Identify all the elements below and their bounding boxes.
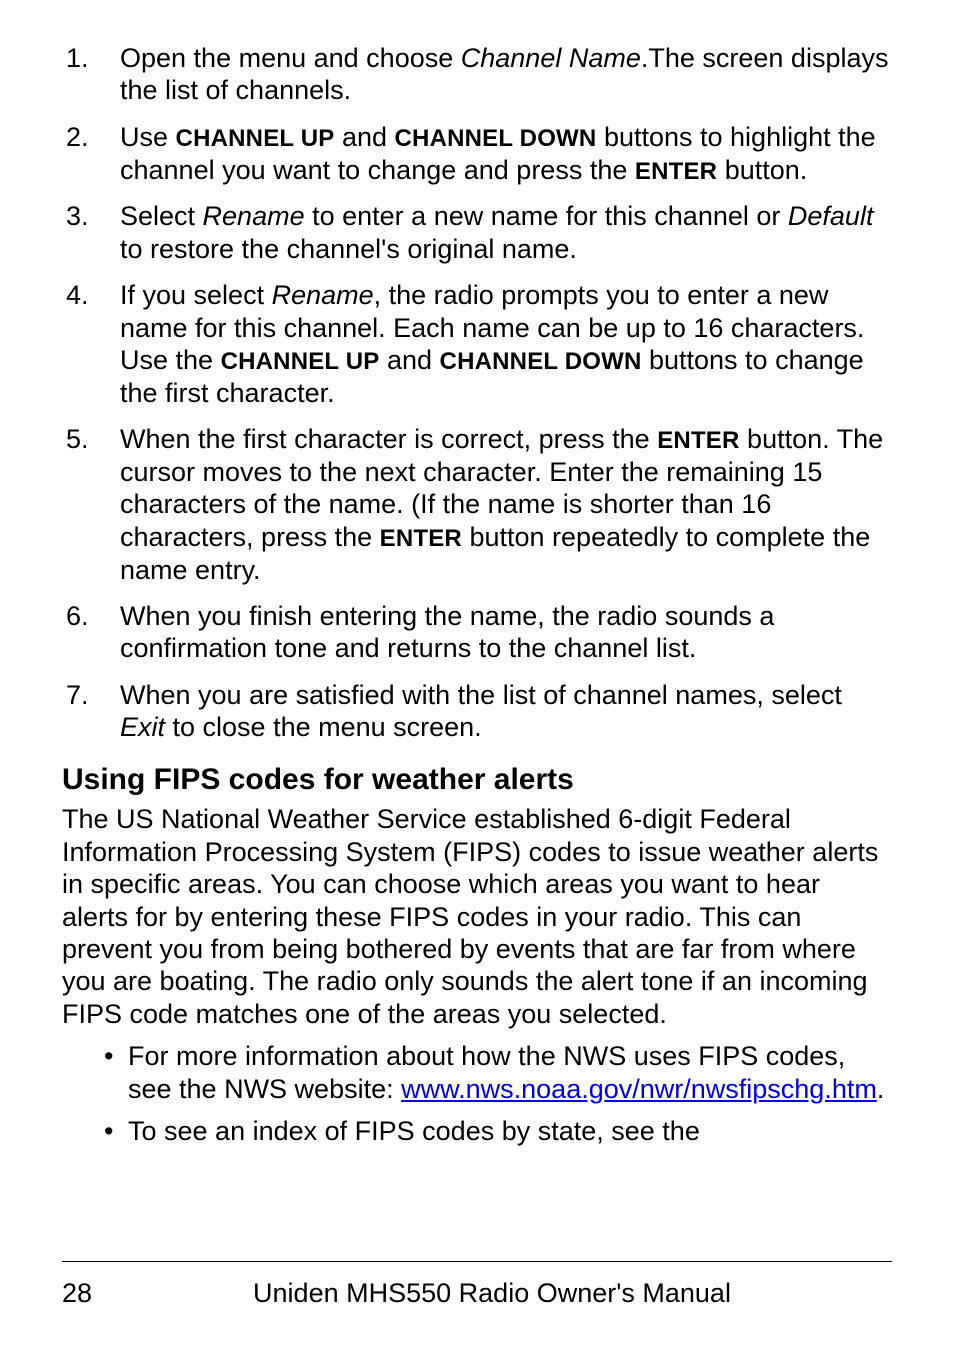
text-run: CHANNEL DOWN [395, 125, 597, 152]
step-number: 1. [62, 42, 120, 107]
hyperlink[interactable]: www.nws.noaa.gov/nwr/nwsfipschg.htm [401, 1074, 877, 1104]
step-body: Use CHANNEL UP and CHANNEL DOWN buttons … [120, 121, 892, 187]
page-footer: 28 Uniden MHS550 Radio Owner's Manual [62, 1261, 892, 1309]
page-number: 28 [62, 1278, 192, 1309]
step-body: Select Rename to enter a new name for th… [120, 200, 892, 265]
text-run: . [877, 1074, 885, 1104]
step-number: 6. [62, 600, 120, 665]
text-run: If you select [120, 280, 272, 310]
text-run: ENTER [657, 427, 739, 454]
step-item: 6.When you finish entering the name, the… [62, 600, 892, 665]
text-run: Exit [120, 712, 165, 742]
step-item: 5.When the first character is correct, p… [62, 423, 892, 586]
step-item: 7.When you are satisfied with the list o… [62, 679, 892, 744]
text-run: CHANNEL UP [221, 348, 380, 375]
text-run: Rename [203, 201, 305, 231]
text-run: When you finish entering the name, the r… [120, 601, 774, 663]
text-run: to close the menu screen. [165, 712, 482, 742]
text-run: to restore the channel's original name. [120, 234, 577, 264]
step-number: 4. [62, 279, 120, 409]
text-run: and [379, 345, 439, 375]
text-run: Open the menu and choose [120, 43, 461, 73]
text-run: ENTER [635, 158, 717, 185]
footer-title: Uniden MHS550 Radio Owner's Manual [192, 1278, 892, 1309]
text-run: ENTER [380, 525, 462, 552]
bullet-list: •For more information about how the NWS … [62, 1040, 892, 1147]
text-run: When the first character is correct, pre… [120, 424, 657, 454]
text-run: Rename [272, 280, 374, 310]
step-body: Open the menu and choose Channel Name.Th… [120, 42, 892, 107]
text-run: Use [120, 122, 176, 152]
text-run: CHANNEL DOWN [440, 348, 642, 375]
text-run: and [334, 122, 394, 152]
step-number: 2. [62, 121, 120, 187]
step-item: 4.If you select Rename, the radio prompt… [62, 279, 892, 409]
step-number: 7. [62, 679, 120, 744]
section-paragraph: The US National Weather Service establis… [62, 803, 892, 1030]
text-run: CHANNEL UP [176, 125, 335, 152]
bullet-item: •To see an index of FIPS codes by state,… [62, 1115, 892, 1147]
text-run: Default [788, 201, 874, 231]
text-run: To see an index of FIPS codes by state, … [128, 1116, 700, 1146]
step-body: When you are satisfied with the list of … [120, 679, 892, 744]
step-number: 5. [62, 423, 120, 586]
bullet-marker: • [104, 1040, 128, 1105]
bullet-marker: • [104, 1115, 128, 1147]
bullet-body: To see an index of FIPS codes by state, … [128, 1115, 892, 1147]
step-body: When the first character is correct, pre… [120, 423, 892, 586]
text-run: Channel Name [461, 43, 641, 73]
step-body: If you select Rename, the radio prompts … [120, 279, 892, 409]
step-item: 3.Select Rename to enter a new name for … [62, 200, 892, 265]
numbered-steps: 1.Open the menu and choose Channel Name.… [62, 42, 892, 743]
section-heading: Using FIPS codes for weather alerts [62, 763, 892, 797]
text-run: When you are satisfied with the list of … [120, 680, 842, 710]
text-run: button. [717, 155, 807, 185]
text-run: to enter a new name for this channel or [305, 201, 788, 231]
step-body: When you finish entering the name, the r… [120, 600, 892, 665]
text-run: Select [120, 201, 203, 231]
bullet-item: •For more information about how the NWS … [62, 1040, 892, 1105]
step-item: 2.Use CHANNEL UP and CHANNEL DOWN button… [62, 121, 892, 187]
step-item: 1.Open the menu and choose Channel Name.… [62, 42, 892, 107]
bullet-body: For more information about how the NWS u… [128, 1040, 892, 1105]
step-number: 3. [62, 200, 120, 265]
